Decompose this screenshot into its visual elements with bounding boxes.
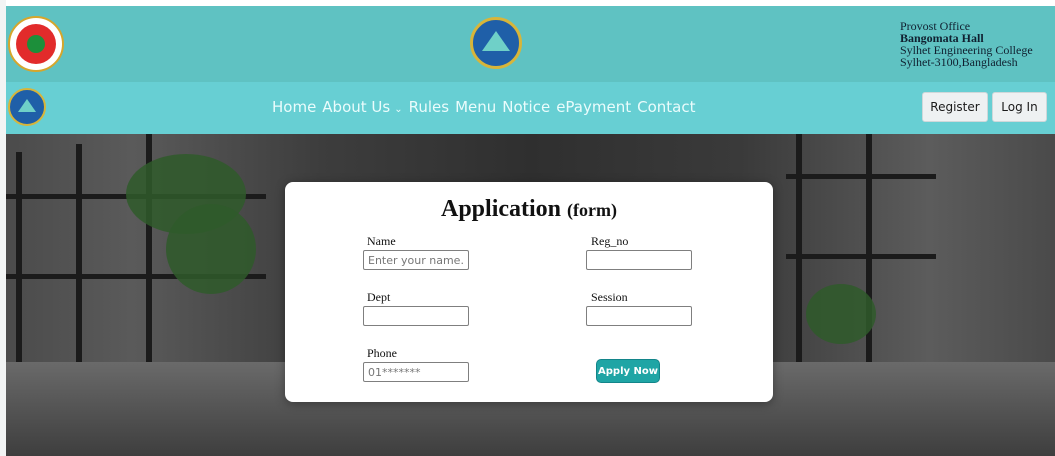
nav-rules[interactable]: Rules	[409, 98, 449, 116]
railing-bar	[786, 254, 936, 259]
nav-contact[interactable]: Contact	[637, 98, 695, 116]
phone-label: Phone	[367, 346, 397, 360]
phone-input[interactable]	[363, 362, 469, 382]
form-title: Application (form)	[285, 196, 773, 223]
address-line-4: Sylhet-3100,Bangladesh	[900, 55, 1018, 69]
apply-now-button[interactable]: Apply Now	[597, 360, 659, 382]
application-form-card: Application (form) Name Reg_no Dept Sess…	[285, 182, 773, 402]
govt-seal-icon	[16, 24, 56, 64]
name-input[interactable]	[363, 250, 469, 270]
plant-foliage	[806, 284, 876, 344]
dept-input[interactable]	[363, 306, 469, 326]
navbar: Home About Us ⌄ Rules Menu Notice ePaymen…	[6, 82, 1055, 134]
nav-epayment[interactable]: ePayment	[556, 98, 631, 116]
register-button[interactable]: Register	[922, 92, 988, 122]
nav-home[interactable]: Home	[272, 98, 316, 116]
nav-about-us[interactable]: About Us ⌄	[322, 98, 402, 116]
emblem-tent-icon	[482, 31, 510, 51]
chevron-down-icon: ⌄	[394, 104, 403, 115]
top-header: Provost Office Bangomata Hall Sylhet Eng…	[6, 6, 1055, 82]
seal-center-icon	[27, 35, 45, 53]
railing-bar	[76, 144, 82, 384]
nav-notice[interactable]: Notice	[502, 98, 550, 116]
session-input[interactable]	[586, 306, 692, 326]
nav-menu[interactable]: Menu	[455, 98, 496, 116]
nav-links: Home About Us ⌄ Rules Menu Notice ePaymen…	[272, 98, 695, 116]
office-address: Provost Office Bangomata Hall Sylhet Eng…	[900, 20, 1033, 68]
form-title-main: Application	[441, 196, 562, 222]
reg-no-label: Reg_no	[591, 234, 629, 248]
railing-bar	[786, 174, 936, 179]
nav-about-label: About Us	[322, 98, 391, 116]
name-label: Name	[367, 234, 396, 248]
railing-bar	[866, 134, 872, 384]
page: Provost Office Bangomata Hall Sylhet Eng…	[0, 0, 1055, 456]
nav-logo[interactable]	[8, 88, 46, 126]
railing-bar	[796, 134, 802, 384]
hall-emblem-logo[interactable]	[470, 17, 522, 69]
session-label: Session	[591, 290, 628, 304]
emblem-tent-icon	[18, 99, 36, 112]
form-title-sub: (form)	[567, 200, 617, 220]
govt-seal-logo	[8, 16, 64, 72]
login-button[interactable]: Log In	[992, 92, 1047, 122]
plant-foliage	[166, 204, 256, 294]
dept-label: Dept	[367, 290, 391, 304]
railing-bar	[16, 152, 22, 382]
reg-no-input[interactable]	[586, 250, 692, 270]
